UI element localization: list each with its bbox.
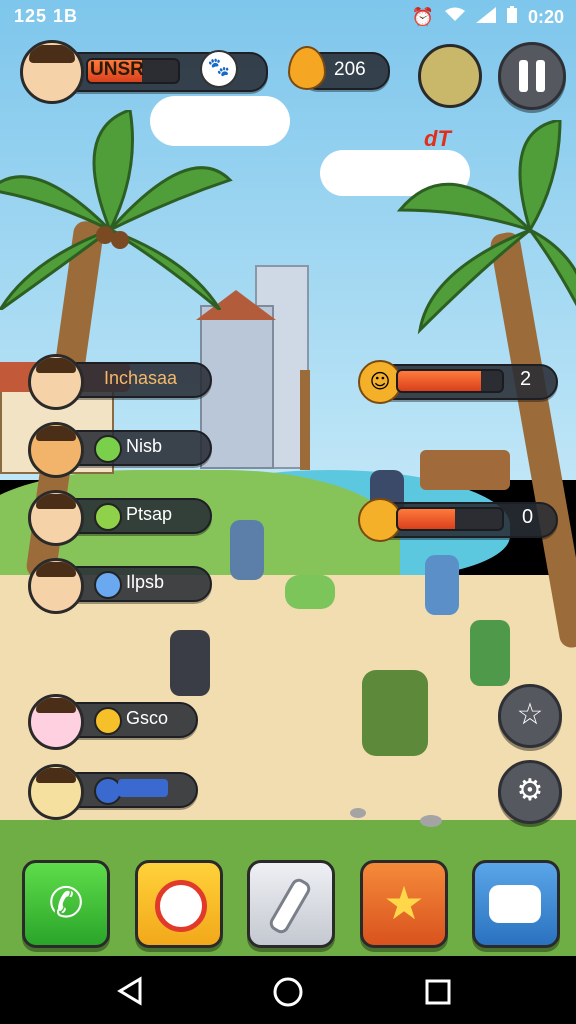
home-icon[interactable] xyxy=(272,976,304,1008)
signal-icon xyxy=(475,7,496,28)
party-member-avatar[interactable] xyxy=(28,558,84,614)
rock xyxy=(420,815,442,827)
party-member-bar xyxy=(118,779,168,797)
battery-icon xyxy=(506,6,518,29)
player-avatar[interactable] xyxy=(20,40,84,104)
npc-character[interactable] xyxy=(170,630,210,696)
camera-icon xyxy=(155,880,207,932)
star-button[interactable]: ★ xyxy=(360,860,448,948)
gear-icon: ⚙ xyxy=(516,773,544,808)
party-member-name: Inchasaa xyxy=(104,368,178,388)
party-member-name: Nisb xyxy=(126,436,163,456)
rock xyxy=(350,808,366,818)
navigation-bar xyxy=(0,956,576,1024)
enemy-bar-2-fill xyxy=(398,509,456,529)
npc-character[interactable] xyxy=(362,670,428,756)
recents-icon[interactable] xyxy=(424,978,452,1006)
pause-icon xyxy=(519,60,547,92)
enemy-bar-1-fill xyxy=(398,371,482,391)
alarm-icon: ⏰ xyxy=(411,7,434,27)
phone-icon: ✆ xyxy=(48,878,84,927)
party-member-avatar[interactable] xyxy=(28,764,84,820)
enemy-bar-2-value: 0 xyxy=(522,506,534,528)
star-icon: ★ xyxy=(383,876,425,930)
palm-leaves-right xyxy=(396,120,576,335)
npc-character[interactable] xyxy=(230,520,264,580)
npc-character[interactable] xyxy=(425,555,459,615)
party-member-icon xyxy=(94,707,122,735)
party-member-icon xyxy=(94,503,122,531)
palm-small xyxy=(300,370,310,470)
player-name: UNSR xyxy=(90,59,144,80)
party-member-avatar[interactable] xyxy=(28,422,84,478)
pause-button[interactable] xyxy=(498,42,566,110)
status-bar: 125 1B ⏰ 0:20 xyxy=(0,0,576,34)
chat-button[interactable] xyxy=(472,860,560,948)
bone-button[interactable] xyxy=(247,860,335,948)
party-member-icon xyxy=(94,435,122,463)
favorites-button[interactable]: ☆ xyxy=(498,684,562,748)
party-member-name: Ilpsb xyxy=(126,572,165,592)
party-member-name: Ptsap xyxy=(126,504,173,524)
status-time-right: 0:20 xyxy=(527,7,564,27)
beach-hut xyxy=(420,450,510,490)
phone-button[interactable]: ✆ xyxy=(22,860,110,948)
party-member-name: Gsco xyxy=(126,708,169,728)
party-member-avatar[interactable] xyxy=(28,694,84,750)
back-icon[interactable] xyxy=(116,976,144,1006)
chat-icon xyxy=(489,885,541,923)
enemy-bar-2 xyxy=(396,507,504,531)
coin-count: 206 xyxy=(334,59,366,80)
party-member-avatar[interactable] xyxy=(28,354,84,410)
npc-character[interactable] xyxy=(470,620,510,686)
bone-icon xyxy=(266,875,314,937)
palm-leaves-left xyxy=(0,110,233,310)
camera-button[interactable] xyxy=(135,860,223,948)
paw-icon[interactable]: 🐾 xyxy=(200,50,238,88)
party-member-icon xyxy=(94,571,122,599)
party-member-avatar[interactable] xyxy=(28,490,84,546)
coin-icon xyxy=(288,46,326,90)
settings-button[interactable]: ⚙ xyxy=(498,760,562,824)
game-scene xyxy=(0,0,576,956)
star-icon: ☆ xyxy=(516,697,544,732)
enemy-bar-1-value: 2 xyxy=(520,368,532,390)
floating-damage-text: dT xyxy=(424,126,451,151)
pet-avatar[interactable] xyxy=(418,44,482,108)
wifi-icon xyxy=(444,7,466,28)
lizard-creature[interactable] xyxy=(285,575,335,609)
enemy-bar-1 xyxy=(396,369,504,393)
status-time-left: 125 1B xyxy=(14,6,79,26)
